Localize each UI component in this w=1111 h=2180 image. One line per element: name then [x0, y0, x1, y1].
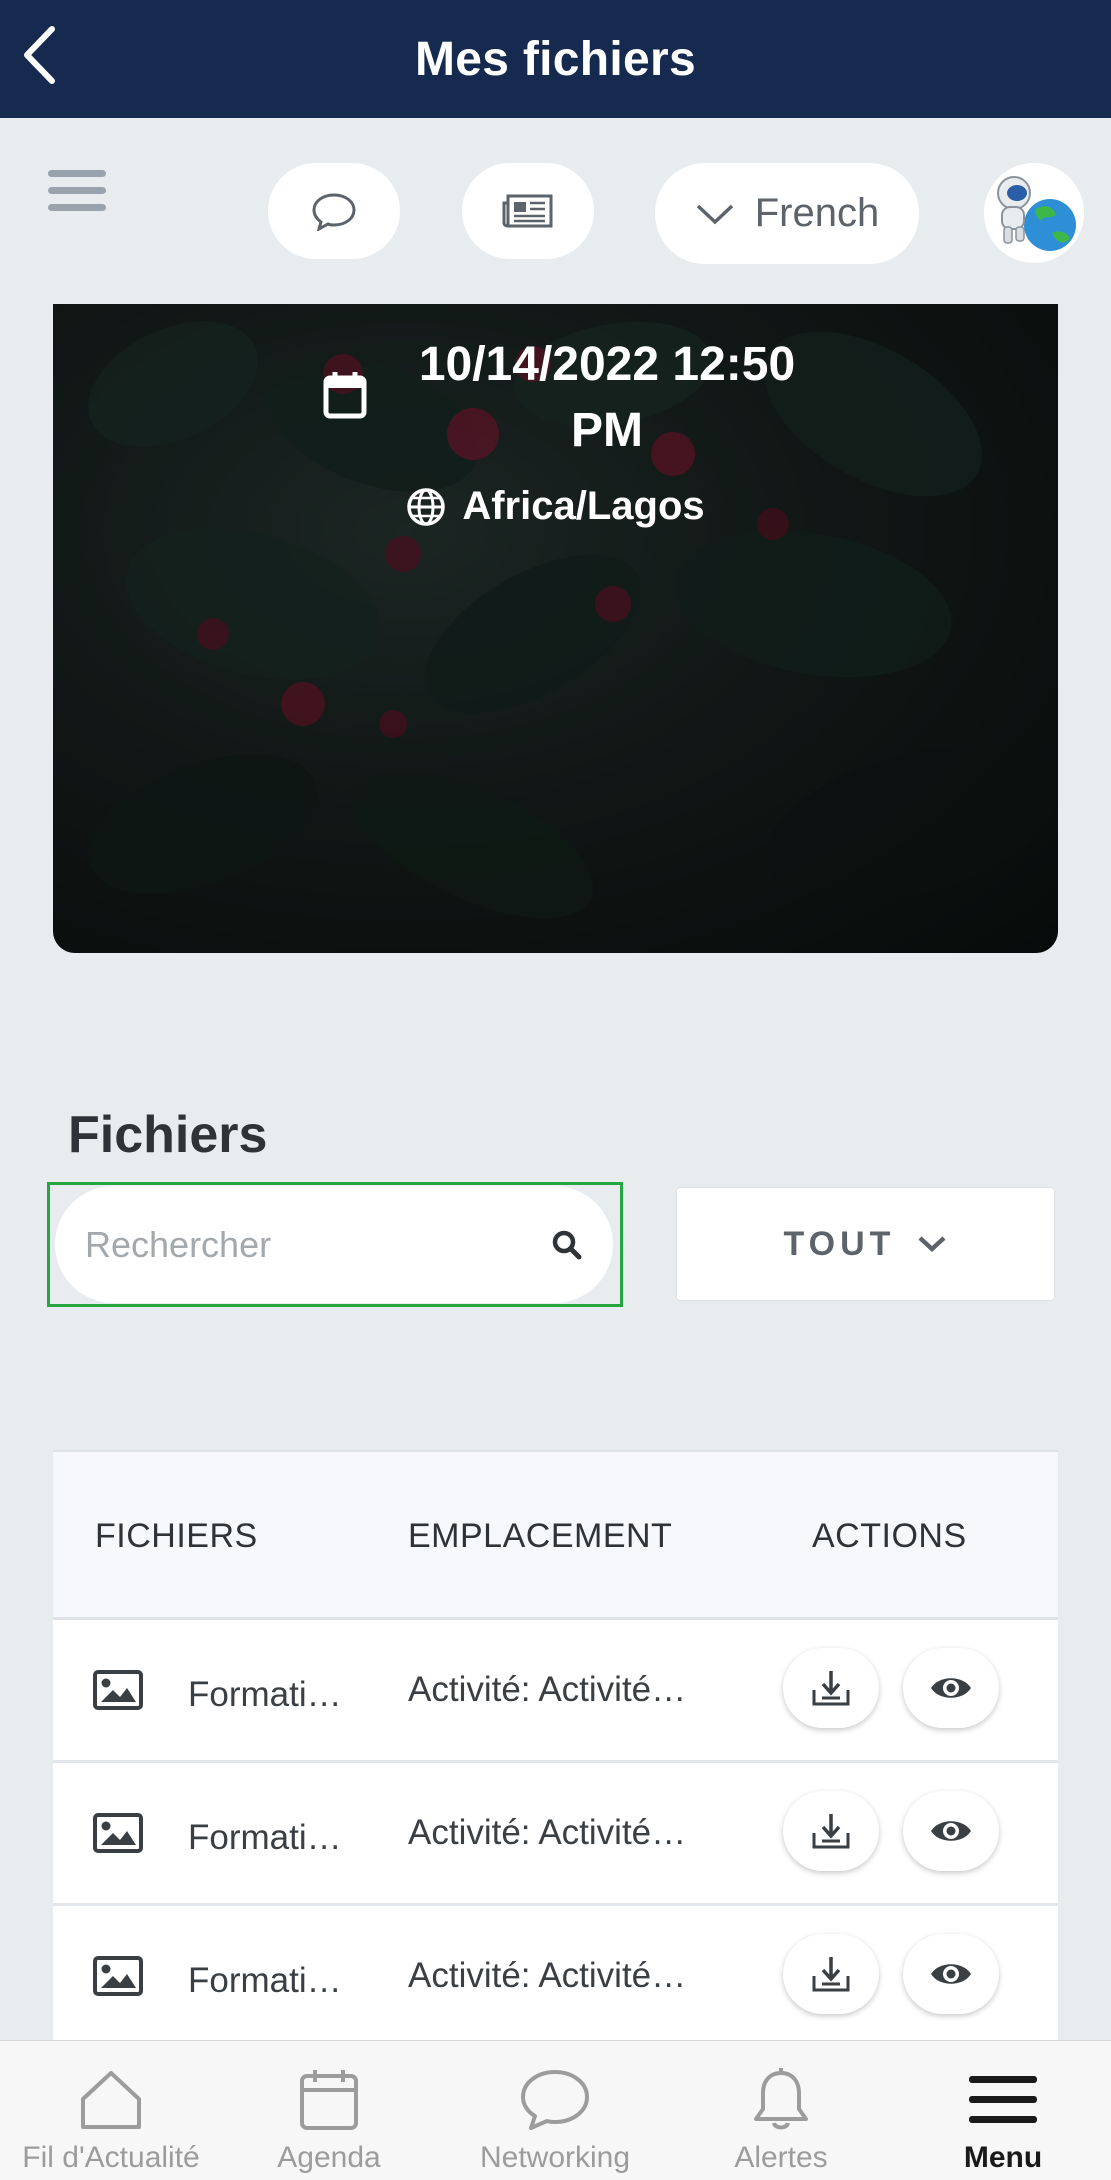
download-icon — [812, 1671, 850, 1706]
eye-icon — [931, 1678, 971, 1698]
column-header-location: EMPLACEMENT — [408, 1516, 673, 1555]
language-label: French — [754, 191, 880, 235]
files-section-title: Fichiers — [68, 1106, 268, 1164]
download-button[interactable] — [783, 1934, 879, 2014]
view-button[interactable] — [903, 1791, 999, 1871]
hamburger-icon[interactable] — [48, 170, 108, 218]
chevron-left-icon — [24, 26, 55, 84]
chat-bubble-icon — [521, 2070, 589, 2130]
event-banner: 10/14/2022 12:50 PM Africa/Lagos — [53, 304, 1058, 953]
chevron-down-icon — [918, 1236, 946, 1253]
download-button[interactable] — [783, 1648, 879, 1728]
timezone-label: Africa/Lagos — [462, 484, 705, 528]
download-icon — [812, 1814, 850, 1849]
chevron-down-icon — [696, 204, 733, 224]
tab-label: Menu — [963, 2141, 1043, 2174]
image-file-icon — [93, 1956, 143, 1996]
astronaut-globe-icon — [984, 163, 1084, 263]
column-header-files: FICHIERS — [95, 1516, 258, 1555]
download-icon — [812, 1957, 850, 1992]
filter-dropdown[interactable]: TOUT — [676, 1187, 1055, 1301]
search-field[interactable] — [55, 1186, 613, 1303]
tab-agenda[interactable]: Agenda — [218, 2041, 440, 2180]
calendar-icon — [323, 372, 367, 419]
tab-label: Fil d'Actualité — [22, 2141, 200, 2174]
bell-icon — [754, 2068, 808, 2130]
files-table: FICHIERS EMPLACEMENT ACTIONS Formatio… A… — [53, 1450, 1058, 2040]
file-name: Formatio… — [188, 1818, 358, 1857]
search-input[interactable] — [85, 1223, 551, 1266]
event-date: 10/14/2022 12:50 PM — [323, 332, 923, 464]
globe-icon — [407, 487, 446, 526]
tab-alertes[interactable]: Alertes — [670, 2041, 892, 2180]
chat-bubble-icon — [312, 193, 356, 231]
download-button[interactable] — [783, 1791, 879, 1871]
table-row: Formatio… Activité: Activité… — [53, 1906, 1058, 2040]
tab-label: Networking — [479, 2141, 631, 2174]
table-header: FICHIERS EMPLACEMENT ACTIONS — [53, 1450, 1058, 1620]
news-button[interactable] — [462, 163, 594, 259]
top-app-bar: Mes fichiers — [0, 0, 1111, 118]
search-icon[interactable] — [551, 1229, 583, 1261]
back-button[interactable] — [14, 22, 64, 88]
menu-icon — [969, 2076, 1037, 2123]
table-row: Formatio… Activité: Activité… — [53, 1763, 1058, 1906]
language-selector[interactable]: French — [655, 163, 919, 264]
tab-label: Alertes — [734, 2141, 828, 2174]
file-location: Activité: Activité… — [408, 1956, 687, 1995]
eye-icon — [931, 1964, 971, 1984]
image-file-icon — [93, 1813, 143, 1853]
table-row: Formatio… Activité: Activité… — [53, 1620, 1058, 1763]
view-button[interactable] — [903, 1648, 999, 1728]
event-date-line2: PM — [571, 404, 643, 457]
avatar[interactable] — [984, 163, 1084, 263]
chat-button[interactable] — [268, 163, 400, 259]
file-name: Formatio… — [188, 1961, 358, 2000]
view-button[interactable] — [903, 1934, 999, 2014]
newspaper-icon — [502, 194, 553, 228]
tab-networking[interactable]: Networking — [444, 2041, 666, 2180]
file-location: Activité: Activité… — [408, 1670, 687, 1709]
event-timezone: Africa/Lagos — [53, 484, 1058, 529]
tab-label: Agenda — [277, 2141, 381, 2174]
column-header-actions: ACTIONS — [812, 1516, 967, 1555]
image-file-icon — [93, 1670, 143, 1710]
tab-menu[interactable]: Menu — [892, 2041, 1111, 2180]
calendar-icon — [300, 2070, 358, 2130]
file-location: Activité: Activité… — [408, 1813, 687, 1852]
tab-fil-actualite[interactable]: Fil d'Actualité — [0, 2041, 222, 2180]
filter-label: TOUT — [783, 1224, 896, 1263]
home-icon — [81, 2071, 141, 2129]
eye-icon — [931, 1821, 971, 1841]
page-title: Mes fichiers — [414, 32, 697, 86]
file-name: Formatio… — [188, 1675, 358, 1714]
event-date-line1: 10/14/2022 12:50 — [418, 338, 796, 391]
bottom-tab-bar: Fil d'Actualité Agenda Networking Alerte… — [0, 2040, 1111, 2180]
event-date-text: 10/14/2022 12:50 PM — [397, 332, 817, 464]
